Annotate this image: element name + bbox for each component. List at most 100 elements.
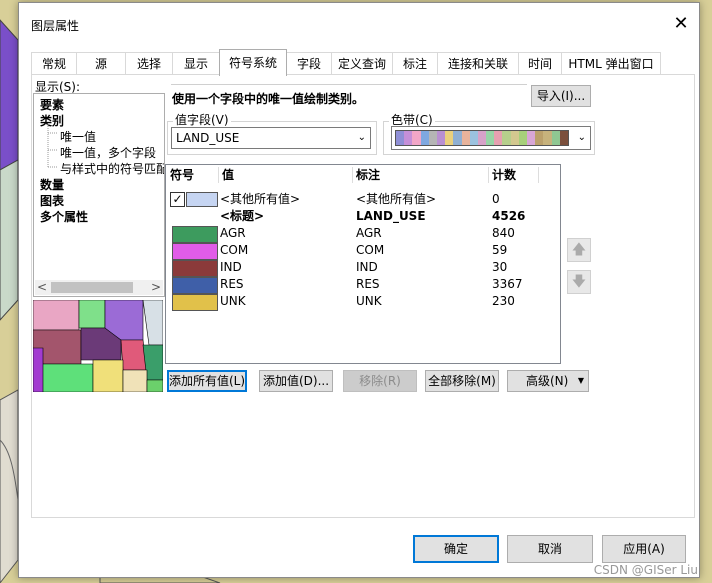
column-header-symbol[interactable]: 符号: [170, 165, 194, 185]
tree-item-unique-values[interactable]: 唯一值: [60, 128, 96, 145]
remove-all-button[interactable]: 全部移除(M): [425, 370, 499, 392]
color-ramp-swatch: [412, 131, 421, 145]
watermark: CSDN @GISer Liu: [593, 563, 698, 577]
color-ramp-swatch: [469, 131, 478, 145]
row-value: AGR: [220, 226, 246, 240]
tree-item-match-style[interactable]: 与样式中的符号匹配: [60, 160, 164, 177]
symbol-swatch[interactable]: [172, 277, 218, 294]
symbol-swatch[interactable]: [172, 243, 218, 260]
color-ramp-swatch: [559, 131, 568, 145]
row-count: 230: [492, 294, 515, 308]
value-field-select[interactable]: LAND_USE ⌄: [171, 127, 371, 149]
advanced-button-label: 高级(N): [526, 374, 569, 388]
color-ramp-swatch: [396, 131, 405, 145]
symbol-swatch[interactable]: [186, 192, 218, 207]
row-value: UNK: [220, 294, 246, 308]
symbol-swatch[interactable]: [172, 260, 218, 277]
color-ramp-select[interactable]: ⌄: [391, 126, 591, 150]
table-row[interactable]: AGR AGR 840: [166, 225, 558, 243]
row-label[interactable]: AGR: [356, 225, 382, 242]
color-ramp-swatch: [551, 131, 560, 145]
row-value: RES: [220, 277, 244, 291]
tab-source[interactable]: 源: [76, 52, 126, 75]
header-divider: [352, 167, 353, 183]
apply-button[interactable]: 应用(A): [602, 535, 686, 563]
advanced-button[interactable]: 高级(N) ▼: [507, 370, 589, 392]
table-row[interactable]: IND IND 30: [166, 259, 558, 277]
scrollbar-thumb[interactable]: [51, 282, 133, 293]
tab-display[interactable]: 显示: [172, 52, 220, 75]
row-count: 840: [492, 226, 515, 240]
chevron-down-icon: ⌄: [577, 132, 586, 143]
tree-item-multiple-attributes[interactable]: 多个属性: [40, 208, 88, 225]
add-all-values-button[interactable]: 添加所有值(L): [167, 370, 247, 392]
dialog-title: 图层属性: [31, 19, 80, 33]
row-count: 0: [492, 192, 500, 206]
table-row[interactable]: <标题> LAND_USE 4526: [166, 208, 558, 225]
tab-joins-relates[interactable]: 连接和关联: [437, 52, 519, 75]
cancel-button[interactable]: 取消: [507, 535, 593, 563]
color-ramp-swatch: [486, 131, 495, 145]
dropdown-arrow-icon: ▼: [577, 376, 584, 385]
color-ramp-swatch: [453, 131, 462, 145]
row-label[interactable]: LAND_USE: [356, 208, 426, 225]
row-label[interactable]: IND: [356, 259, 378, 276]
column-header-count[interactable]: 计数: [492, 165, 516, 185]
tab-html-popup[interactable]: HTML 弹出窗口: [561, 52, 661, 75]
column-header-label[interactable]: 标注: [356, 165, 380, 185]
renderer-tree[interactable]: 要素 类别 唯一值 唯一值，多个字段 与样式中的符号匹配 数量 图表 多个属性 …: [33, 93, 165, 297]
tab-fields[interactable]: 字段: [286, 52, 332, 75]
row-count: 3367: [492, 277, 523, 291]
checkbox-checked-icon[interactable]: ✓: [170, 192, 185, 207]
table-row[interactable]: UNK UNK 230: [166, 293, 558, 311]
close-icon[interactable]: ✕: [669, 13, 693, 37]
color-ramp-swatch: [404, 131, 413, 145]
row-value: COM: [220, 243, 249, 257]
tree-item-unique-values-many-fields[interactable]: 唯一值，多个字段: [60, 144, 156, 161]
row-value: <标题>: [220, 209, 265, 223]
tab-labels[interactable]: 标注: [392, 52, 438, 75]
symbol-swatch[interactable]: [172, 294, 218, 311]
tab-definition-query[interactable]: 定义查询: [331, 52, 393, 75]
import-button[interactable]: 导入(I)...: [531, 85, 591, 107]
symbology-heading: 使用一个字段中的唯一值绘制类别。: [172, 92, 365, 106]
tab-symbology[interactable]: 符号系统: [219, 49, 287, 76]
tree-item-features[interactable]: 要素: [40, 96, 64, 113]
color-ramp-swatch: [510, 131, 519, 145]
table-row[interactable]: RES RES 3367: [166, 276, 558, 294]
row-label[interactable]: <其他所有值>: [356, 191, 436, 208]
move-down-arrow-icon[interactable]: 🡇: [567, 270, 591, 294]
scroll-right-icon[interactable]: >: [149, 280, 163, 295]
color-ramp-swatches: [395, 130, 569, 146]
tree-horizontal-scrollbar[interactable]: < >: [35, 280, 163, 295]
column-header-value[interactable]: 值: [222, 165, 234, 185]
row-label[interactable]: COM: [356, 242, 384, 259]
tree-item-quantities[interactable]: 数量: [40, 176, 64, 193]
color-ramp-swatch: [527, 131, 536, 145]
tab-selection[interactable]: 选择: [125, 52, 173, 75]
header-divider: [488, 167, 489, 183]
row-label[interactable]: RES: [356, 276, 380, 293]
add-values-button[interactable]: 添加值(D)...: [259, 370, 333, 392]
tab-time[interactable]: 时间: [518, 52, 562, 75]
table-row[interactable]: ✓ <其他所有值> <其他所有值> 0: [166, 191, 558, 208]
color-ramp-swatch: [494, 131, 503, 145]
row-count: 30: [492, 260, 508, 274]
ok-button[interactable]: 确定: [413, 535, 499, 563]
table-row[interactable]: COM COM 59: [166, 242, 558, 260]
remove-button[interactable]: 移除(R): [343, 370, 417, 392]
color-ramp-swatch: [543, 131, 552, 145]
row-label[interactable]: UNK: [356, 293, 382, 310]
scroll-left-icon[interactable]: <: [35, 280, 49, 295]
chevron-down-icon: ⌄: [357, 132, 366, 143]
color-ramp-swatch: [502, 131, 511, 145]
row-count: 59: [492, 243, 508, 257]
unique-values-table[interactable]: 符号 值 标注 计数 ✓ <其他所有值> <其他所有值> 0 <标题> LAND…: [165, 164, 561, 364]
color-ramp-swatch: [436, 131, 446, 145]
move-up-arrow-icon[interactable]: 🡅: [567, 238, 591, 262]
color-ramp-swatch: [420, 131, 429, 145]
tab-general[interactable]: 常规: [31, 52, 77, 75]
row-value: IND: [220, 260, 242, 274]
tree-item-charts[interactable]: 图表: [40, 192, 64, 209]
symbol-swatch[interactable]: [172, 226, 218, 243]
